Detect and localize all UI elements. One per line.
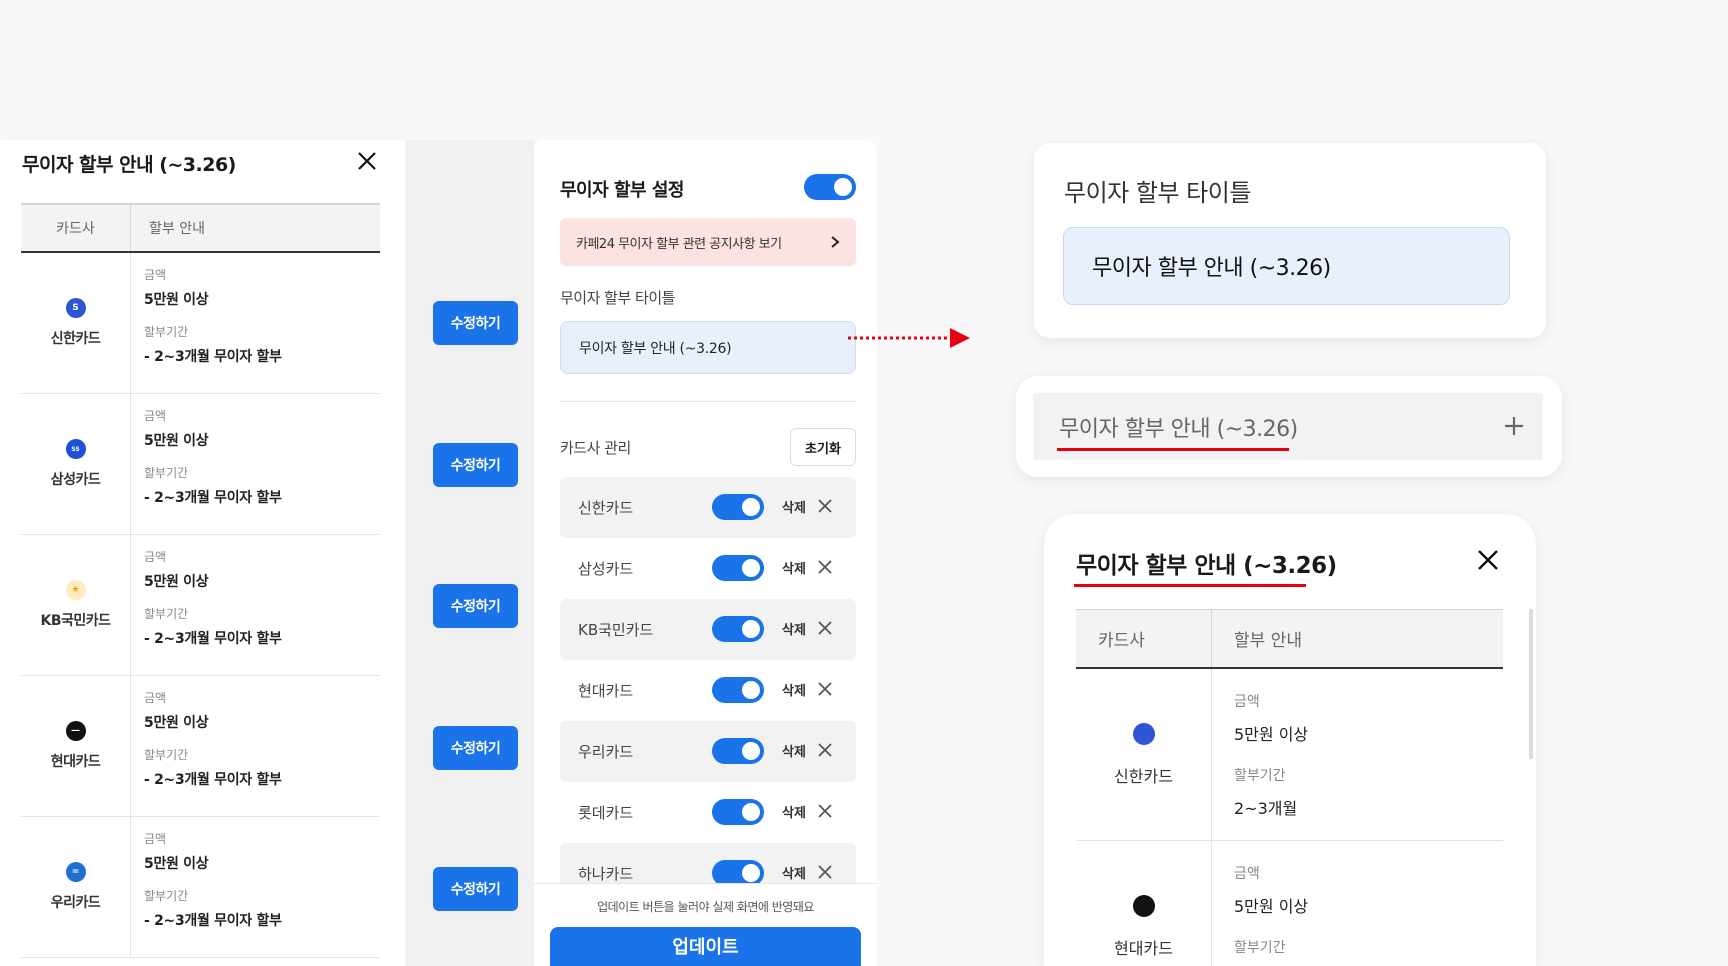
update-hint: 업데이트 버튼을 눌러야 실제 화면에 반영돼요 (597, 900, 814, 914)
modal-title: 무이자 할부 안내 (~3.26) (22, 154, 236, 176)
delete-button[interactable]: 삭제 (782, 558, 806, 577)
card-item: KB국민카드 삭제 (560, 599, 856, 660)
shinhan-logo-icon (1132, 722, 1155, 745)
table-header: 카드사 할부 안내 (21, 203, 380, 253)
table-row: SS 삼성카드 금액 5만원 이상 할부기간 - 2~3개월 무이자 할부 (21, 394, 380, 535)
card-toggle[interactable] (712, 677, 764, 703)
table-row: S 신한카드 금액 5만원 이상 할부기간 - 2~3개월 무이자 할부 (21, 253, 380, 394)
col-card: 카드사 (21, 205, 131, 251)
edit-button[interactable]: 수정하기 (433, 584, 518, 628)
table-row: 현대카드 금액 5만원 이상 할부기간 (1076, 841, 1503, 966)
divider (560, 401, 856, 402)
update-button[interactable]: 업데이트 (550, 927, 861, 966)
installment-toggle[interactable] (804, 174, 856, 200)
close-icon[interactable] (356, 150, 378, 172)
card-toggle[interactable] (712, 616, 764, 642)
table-header: 카드사 할부 안내 (1076, 609, 1503, 669)
accordion-header[interactable]: 무이자 할부 안내 (~3.26) (1033, 393, 1543, 460)
close-icon[interactable] (1476, 548, 1500, 572)
delete-button[interactable]: 삭제 (782, 680, 806, 699)
reset-button[interactable]: 초기화 (790, 428, 856, 466)
bottom-bar: 업데이트 버튼을 눌러야 실제 화면에 반영돼요 업데이트 (534, 883, 877, 966)
highlight-underline (1057, 448, 1289, 451)
notice-link[interactable]: 카페24 무이자 할부 관련 공지사항 보기 (560, 218, 856, 266)
woori-logo-icon: = (65, 862, 86, 882)
close-icon[interactable] (816, 741, 834, 759)
edit-buttons-column: 수정하기 수정하기 수정하기 수정하기 수정하기 (406, 140, 534, 966)
installment-settings-panel: 무이자 할부 설정 카페24 무이자 할부 관련 공지사항 보기 무이자 할부 … (534, 140, 877, 966)
delete-button[interactable]: 삭제 (782, 863, 806, 882)
delete-button[interactable]: 삭제 (782, 741, 806, 760)
hyundai-logo-icon (1132, 894, 1155, 917)
card-toggle[interactable] (712, 494, 764, 520)
table-row: = 우리카드 금액 5만원 이상 할부기간 - 2~3개월 무이자 할부 (21, 817, 380, 958)
card-item: 삼성카드 삭제 (560, 538, 856, 599)
edit-button[interactable]: 수정하기 (433, 443, 518, 487)
samsung-logo-icon: SS (65, 439, 86, 459)
card-item: 현대카드 삭제 (560, 660, 856, 721)
delete-button[interactable]: 삭제 (782, 619, 806, 638)
preview-modal-title: 무이자 할부 안내 (~3.26) (1076, 553, 1337, 579)
card-toggle[interactable] (712, 555, 764, 581)
preview-title-input[interactable]: 무이자 할부 안내 (~3.26) (1063, 227, 1510, 305)
close-icon[interactable] (816, 558, 834, 576)
preview-title-label: 무이자 할부 타이틀 (1064, 179, 1251, 207)
card-item: 신한카드 삭제 (560, 477, 856, 538)
card-toggle[interactable] (712, 799, 764, 825)
close-icon[interactable] (816, 680, 834, 698)
scrollbar[interactable] (1529, 609, 1533, 759)
edit-button[interactable]: 수정하기 (433, 726, 518, 770)
edit-button[interactable]: 수정하기 (433, 301, 518, 345)
chevron-right-icon (831, 236, 840, 248)
arrow-right-icon (848, 328, 970, 348)
card-toggle[interactable] (712, 738, 764, 764)
table-row: 신한카드 금액 5만원 이상 할부기간 2~3개월 (1076, 669, 1503, 841)
close-icon[interactable] (816, 619, 834, 637)
plus-icon[interactable] (1503, 415, 1525, 437)
hyundai-logo-icon: — (65, 721, 86, 741)
title-label: 무이자 할부 타이틀 (560, 289, 675, 307)
close-icon[interactable] (816, 863, 834, 881)
table-row: ★ KB국민카드 금액 5만원 이상 할부기간 - 2~3개월 무이자 할부 (21, 535, 380, 676)
edit-button[interactable]: 수정하기 (433, 867, 518, 911)
delete-button[interactable]: 삭제 (782, 802, 806, 821)
title-input[interactable]: 무이자 할부 안내 (~3.26) (560, 321, 856, 374)
col-info: 할부 안내 (149, 221, 205, 237)
accordion-preview-card: 무이자 할부 안내 (~3.26) (1016, 376, 1562, 477)
card-item: 우리카드 삭제 (560, 721, 856, 782)
kb-logo-icon: ★ (65, 580, 86, 600)
card-item: 롯데카드 삭제 (560, 782, 856, 843)
modal-preview-card: 무이자 할부 안내 (~3.26) 카드사 할부 안내 신한카드 금액 5만원 … (1044, 514, 1536, 966)
close-icon[interactable] (816, 802, 834, 820)
card-manage-label: 카드사 관리 (560, 439, 631, 457)
highlight-underline (1074, 584, 1306, 587)
shinhan-logo-icon: S (65, 298, 86, 318)
close-icon[interactable] (816, 497, 834, 515)
table-row: — 현대카드 금액 5만원 이상 할부기간 - 2~3개월 무이자 할부 (21, 676, 380, 817)
installment-modal-preview: 무이자 할부 안내 (~3.26) 카드사 할부 안내 S 신한카드 금액 5만… (0, 140, 405, 966)
title-preview-card: 무이자 할부 타이틀 무이자 할부 안내 (~3.26) (1034, 143, 1546, 338)
accordion-title: 무이자 할부 안내 (~3.26) (1059, 417, 1298, 442)
settings-title: 무이자 할부 설정 (560, 180, 684, 201)
delete-button[interactable]: 삭제 (782, 497, 806, 516)
